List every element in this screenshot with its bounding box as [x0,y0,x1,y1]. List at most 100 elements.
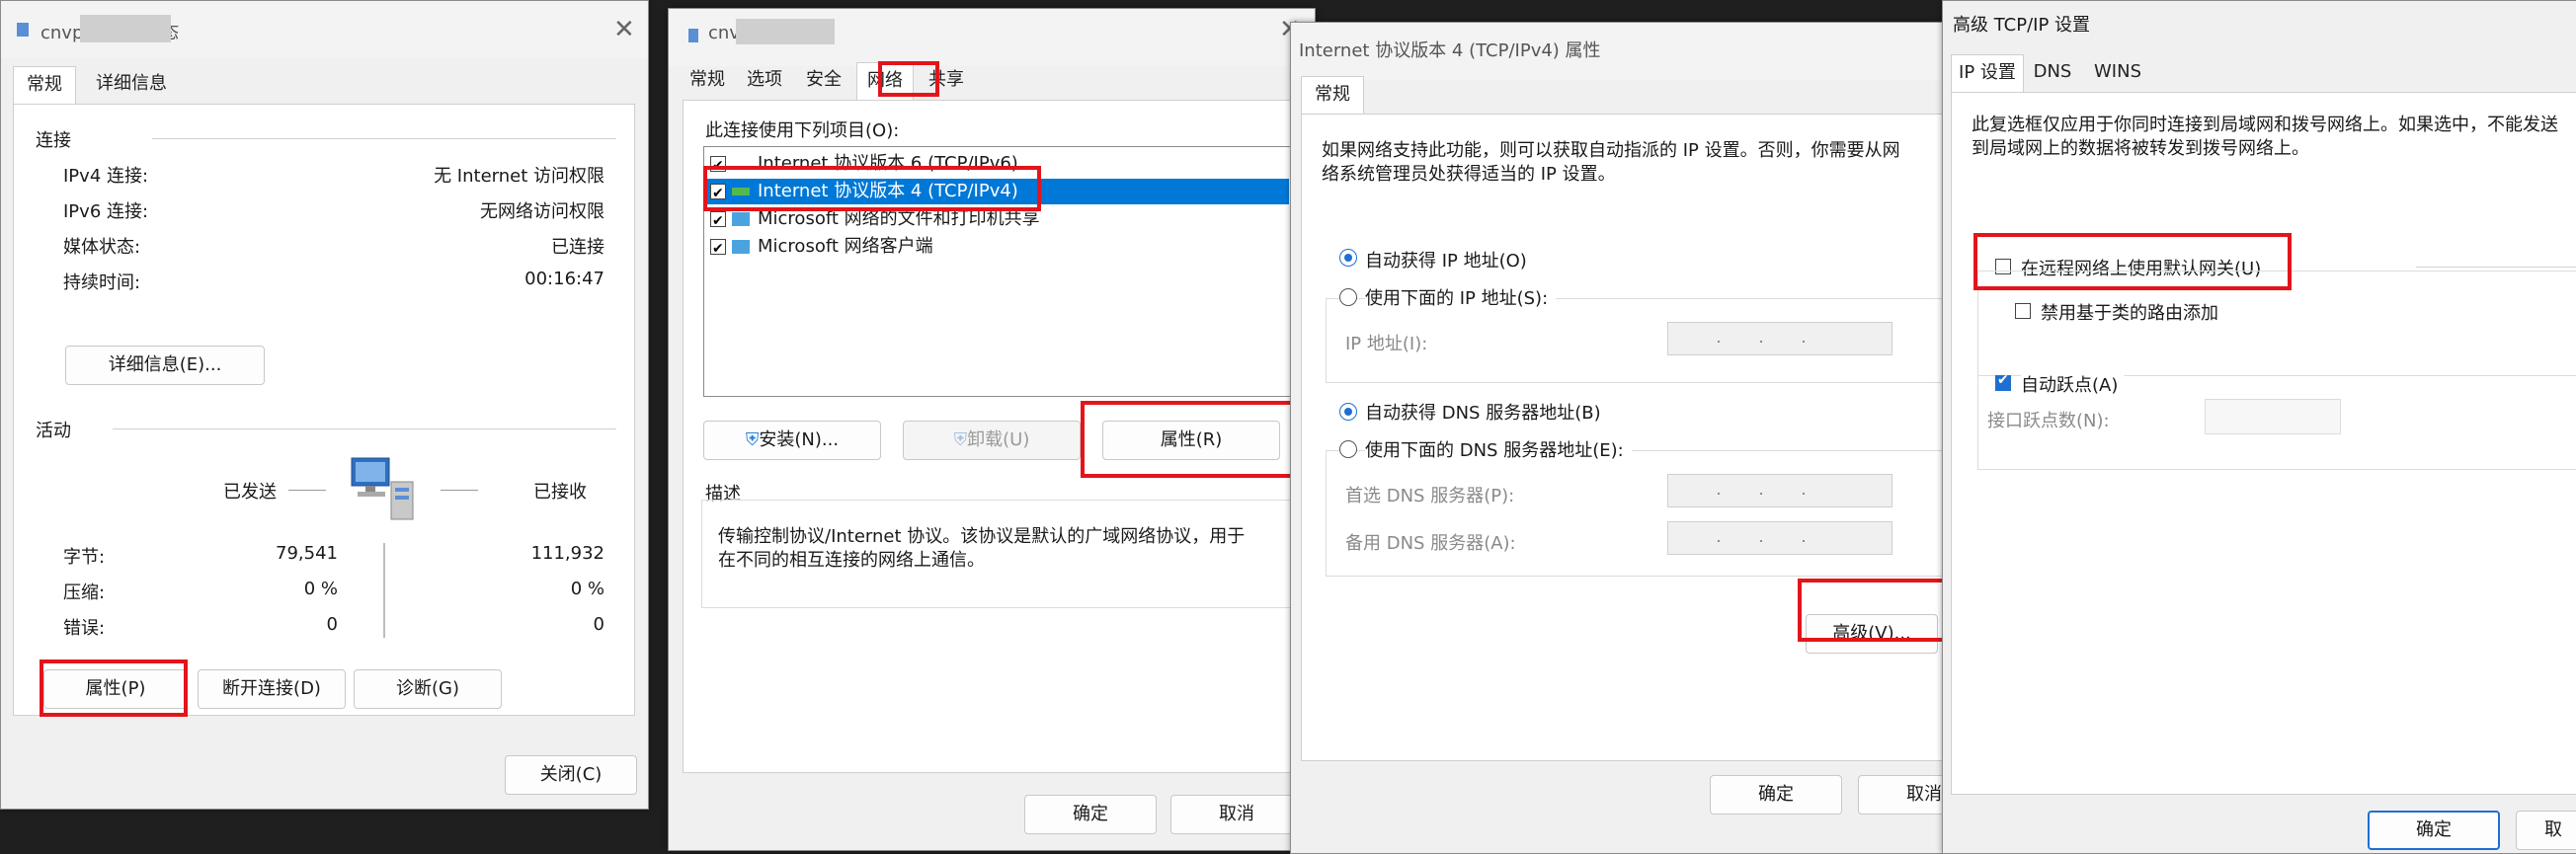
section-connection: 连接 [36,130,71,151]
disable-class-route-label[interactable]: 禁用基于类的路由添加 [2041,299,2218,325]
errors-label: 错误: [63,618,106,639]
client-icon [732,240,750,254]
interface-metric-label: 接口跃点数(N): [1987,411,2110,431]
tab-ip-settings[interactable]: IP 设置 [1951,54,2024,93]
ipv4-label: IPv4 连接: [63,166,149,187]
list-item[interactable]: Internet 协议版本 4 (TCP/IPv4) [706,179,1289,206]
auto-dns-label[interactable]: 自动获得 DNS 服务器地址(B) [1365,399,1601,425]
preferred-dns-label: 首选 DNS 服务器(P): [1345,486,1515,506]
details-button[interactable]: 详细信息(E)... [65,346,265,385]
status-dialog-titlebar[interactable]: cnvpa com 状态 ✕ [1,1,648,58]
item-properties-button[interactable]: 属性(R) [1102,421,1280,460]
shield-icon: ⛨ [953,429,968,450]
install-button[interactable]: ⛨安装(N)... [703,421,881,460]
ipv6-label: IPv6 连接: [63,201,149,222]
errors-sent: 0 [326,614,338,635]
items-label: 此连接使用下列项目(O): [705,120,900,141]
close-icon[interactable]: ✕ [613,15,635,44]
bytes-sent: 79,541 [276,543,338,564]
alternate-dns-label: 备用 DNS 服务器(A): [1345,533,1516,554]
ok-button[interactable]: 确定 [1024,795,1157,834]
network-icon [17,23,29,37]
cancel-button[interactable]: 取消 [1170,795,1303,834]
ip-address-field[interactable]: ... [1667,322,1892,355]
ip-address-label: IP 地址(I): [1345,334,1428,354]
diagnose-button[interactable]: 诊断(G) [354,669,502,709]
sent-label: 已发送 [223,482,277,503]
service-icon [732,212,750,226]
network-icon [688,29,698,42]
description-text: 传输控制协议/Internet 协议。该协议是默认的广域网络协议，用于 [718,526,1246,547]
intro-text: 络系统管理员处获得适当的 IP 设置。 [1322,164,1616,185]
disable-class-route-checkbox[interactable] [2015,303,2031,319]
status-panel: 连接 IPv4 连接: 无 Internet 访问权限 IPv6 连接: 无网络… [13,104,635,716]
ip-settings-panel: 此复选框仅应用于你同时连接到局域网和拨号网络上。如果选中，不能发送 到局域网上的… [1951,92,2576,795]
preferred-dns-field[interactable]: ... [1667,474,1892,507]
tab-general[interactable]: 常规 [1301,76,1364,115]
advanced-button[interactable]: 高级(V)... [1806,614,1938,654]
manual-dns-radio[interactable] [1339,440,1357,458]
media-value: 已连接 [551,237,604,258]
tab-security[interactable]: 安全 [799,62,848,98]
manual-dns-label[interactable]: 使用下面的 DNS 服务器地址(E): [1365,436,1632,462]
list-item[interactable]: Internet 协议版本 6 (TCP/IPv6) [706,151,1289,179]
item-checkbox[interactable] [710,181,726,206]
ok-button[interactable]: 确定 [2368,811,2500,850]
tab-options[interactable]: 选项 [740,62,789,98]
compression-sent: 0 % [303,579,338,599]
tab-general[interactable]: 常规 [683,62,732,98]
cancel-button[interactable]: 取 [2516,811,2576,850]
auto-ip-radio[interactable] [1339,249,1357,267]
interface-metric-field[interactable] [2205,399,2341,434]
alternate-dns-field[interactable]: ... [1667,521,1892,555]
redacted-block [80,15,171,42]
item-checkbox[interactable] [710,236,726,262]
ipv4-dialog: Internet 协议版本 4 (TCP/IPv4) 属性 常规 如果网络支持此… [1290,22,1956,854]
properties-dialog: cnv n 属性 ✕ 常规 选项 安全 网络 共享 此连接使用下列项目(O): … [668,8,1316,851]
intro-text: 到局域网上的数据将被转发到拨号网络上。 [1972,138,2309,159]
tab-general[interactable]: 常规 [13,66,76,105]
ok-button[interactable]: 确定 [1710,775,1842,815]
description-box: 传输控制协议/Internet 协议。该协议是默认的广域网络协议，用于 在不同的… [701,500,1294,608]
item-checkbox[interactable] [710,208,726,234]
status-dialog: cnvpa com 状态 ✕ 常规 详细信息 连接 IPv4 连接: 无 Int… [0,0,649,810]
ipv6-value: 无网络访问权限 [480,201,604,222]
ipv4-dialog-titlebar[interactable]: Internet 协议版本 4 (TCP/IPv4) 属性 [1291,23,1955,80]
auto-metric-label[interactable]: 自动跃点(A) [2021,371,2125,397]
item-checkbox[interactable] [710,153,726,179]
manual-ip-radio[interactable] [1339,288,1357,306]
auto-dns-radio[interactable] [1339,403,1357,421]
close-button[interactable]: 关闭(C) [505,755,637,795]
tab-dns[interactable]: DNS [2028,54,2077,90]
ipv4-panel: 如果网络支持此功能，则可以获取自动指派的 IP 设置。否则，你需要从网 络系统管… [1301,114,1951,761]
description-text: 在不同的相互连接的网络上通信。 [718,550,985,571]
intro-text: 此复选框仅应用于你同时连接到局域网和拨号网络上。如果选中，不能发送 [1972,115,2558,135]
list-item[interactable]: Microsoft 网络的文件和打印机共享 [706,206,1289,234]
advanced-dialog: 高级 TCP/IP 设置 IP 设置 DNS WINS 此复选框仅应用于你同时连… [1942,0,2576,854]
network-panel: 此连接使用下列项目(O): Internet 协议版本 6 (TCP/IPv6)… [683,100,1305,773]
properties-button[interactable]: 属性(P) [43,669,188,709]
list-item[interactable]: Microsoft 网络客户端 [706,234,1289,262]
duration-value: 00:16:47 [524,269,604,289]
tab-network[interactable]: 网络 [856,62,914,101]
compression-received: 0 % [570,579,604,599]
advanced-dialog-title: 高级 TCP/IP 设置 [1953,15,2091,36]
bytes-received: 111,932 [530,543,604,564]
media-label: 媒体状态: [63,237,141,258]
auto-ip-label[interactable]: 自动获得 IP 地址(O) [1365,247,1527,272]
duration-label: 持续时间: [63,272,141,293]
protocol-icon [732,188,750,195]
advanced-dialog-titlebar[interactable]: 高级 TCP/IP 设置 [1943,1,2576,58]
tab-details[interactable]: 详细信息 [82,66,181,102]
tab-wins[interactable]: WINS [2085,54,2150,90]
uninstall-button[interactable]: ⛨卸载(U) [903,421,1081,460]
manual-ip-label[interactable]: 使用下面的 IP 地址(S): [1365,284,1557,310]
bytes-label: 字节: [63,547,106,568]
intro-text: 如果网络支持此功能，则可以获取自动指派的 IP 设置。否则，你需要从网 [1322,140,1900,161]
auto-metric-checkbox[interactable] [1995,372,2011,391]
tab-sharing[interactable]: 共享 [920,62,973,98]
ipv4-value: 无 Internet 访问权限 [434,166,604,187]
shield-icon: ⛨ [745,429,760,450]
properties-dialog-titlebar[interactable]: cnv n 属性 ✕ [669,9,1315,66]
disconnect-button[interactable]: 断开连接(D) [198,669,346,709]
